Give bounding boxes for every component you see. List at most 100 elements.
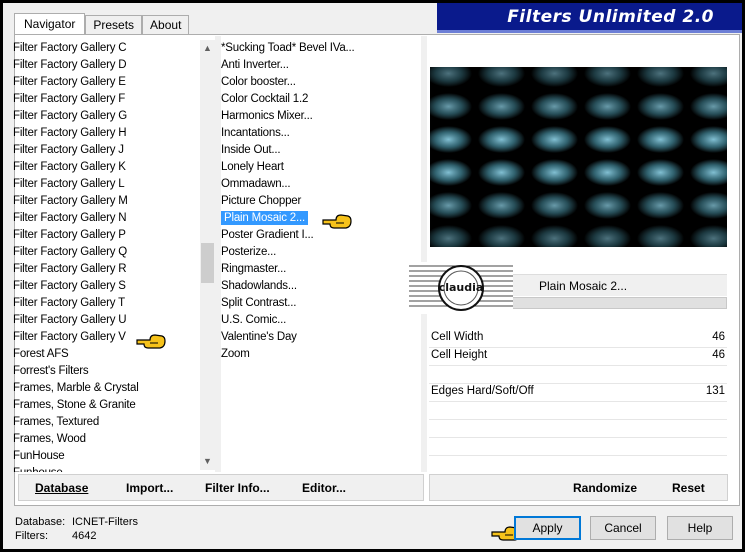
filter-item[interactable]: Ringmaster... bbox=[221, 261, 421, 278]
filter-item[interactable]: Zoom bbox=[221, 346, 421, 363]
category-item[interactable]: Filter Factory Gallery C bbox=[13, 40, 197, 57]
filter-label: Poster Gradient I... bbox=[221, 229, 314, 241]
category-item[interactable]: Filter Factory Gallery G bbox=[13, 108, 197, 125]
filter-item[interactable]: Picture Chopper bbox=[221, 193, 421, 210]
mosaic-cell bbox=[478, 126, 525, 153]
mosaic-cell bbox=[430, 126, 472, 153]
category-item[interactable]: Frames, Marble & Crystal bbox=[13, 380, 197, 397]
category-item[interactable]: Funhouse bbox=[13, 465, 197, 472]
category-label: Filter Factory Gallery K bbox=[13, 161, 126, 173]
filter-item[interactable]: U.S. Comic... bbox=[221, 312, 421, 329]
mosaic-cell bbox=[430, 225, 472, 247]
help-button[interactable]: Help bbox=[667, 516, 733, 540]
filter-label: Lonely Heart bbox=[221, 161, 284, 173]
mosaic-cell bbox=[478, 225, 525, 247]
tab-navigator[interactable]: Navigator bbox=[14, 13, 86, 35]
category-item[interactable]: Forest AFS bbox=[13, 346, 197, 363]
filter-label: Valentine's Day bbox=[221, 331, 297, 343]
category-list[interactable]: Filter Factory Gallery C Filter Factory G… bbox=[13, 40, 197, 472]
mosaic-cell bbox=[690, 126, 727, 153]
category-item[interactable]: Filter Factory Gallery Q bbox=[13, 244, 197, 261]
import-button[interactable]: Import... bbox=[126, 481, 173, 495]
tab-about[interactable]: About bbox=[142, 15, 190, 35]
scroll-up-icon[interactable]: ▲ bbox=[200, 40, 215, 57]
filter-label: *Sucking Toad* Bevel IVa... bbox=[221, 42, 355, 54]
filter-item[interactable]: Poster Gradient I... bbox=[221, 227, 421, 244]
category-label: Filter Factory Gallery S bbox=[13, 280, 126, 292]
filter-item[interactable]: Inside Out... bbox=[221, 142, 421, 159]
filter-item[interactable]: Split Contrast... bbox=[221, 295, 421, 312]
filter-item[interactable]: Color booster... bbox=[221, 74, 421, 91]
filters-count-label: Filters: bbox=[15, 530, 48, 542]
mosaic-cell bbox=[690, 192, 727, 219]
category-item[interactable]: Filter Factory Gallery S bbox=[13, 278, 197, 295]
filter-item-selected[interactable]: Plain Mosaic 2... bbox=[221, 210, 421, 227]
category-item[interactable]: Filter Factory Gallery F bbox=[13, 91, 197, 108]
category-item[interactable]: FunHouse bbox=[13, 448, 197, 465]
category-label: Filter Factory Gallery M bbox=[13, 195, 128, 207]
mosaic-cell bbox=[430, 67, 472, 87]
editor-button[interactable]: Editor... bbox=[302, 481, 346, 495]
apply-button[interactable]: Apply bbox=[514, 516, 581, 540]
category-item[interactable]: Filter Factory Gallery N bbox=[13, 210, 197, 227]
filter-item[interactable]: *Sucking Toad* Bevel IVa... bbox=[221, 40, 421, 57]
filter-item[interactable]: Shadowlands... bbox=[221, 278, 421, 295]
param-separator bbox=[429, 401, 727, 402]
scroll-down-icon[interactable]: ▼ bbox=[200, 453, 215, 470]
category-item[interactable]: Frames, Wood bbox=[13, 431, 197, 448]
category-item[interactable]: Filter Factory Gallery V bbox=[13, 329, 197, 346]
filter-item[interactable]: Ommadawn... bbox=[221, 176, 421, 193]
category-label: Filter Factory Gallery L bbox=[13, 178, 125, 190]
param-value: 46 bbox=[712, 349, 725, 361]
mosaic-cell bbox=[690, 225, 727, 247]
filter-list[interactable]: *Sucking Toad* Bevel IVa... Anti Inverter… bbox=[221, 40, 421, 370]
category-item[interactable]: Frames, Stone & Granite bbox=[13, 397, 197, 414]
mosaic-cell bbox=[584, 67, 631, 87]
mosaic-cell bbox=[637, 126, 684, 153]
database-label: Database bbox=[35, 481, 89, 495]
filter-item[interactable]: Valentine's Day bbox=[221, 329, 421, 346]
category-item[interactable]: Forrest's Filters bbox=[13, 363, 197, 380]
filter-item[interactable]: Anti Inverter... bbox=[221, 57, 421, 74]
category-item[interactable]: Filter Factory Gallery R bbox=[13, 261, 197, 278]
reset-button[interactable]: Reset bbox=[672, 481, 705, 495]
category-item[interactable]: Filter Factory Gallery H bbox=[13, 125, 197, 142]
cancel-button[interactable]: Cancel bbox=[590, 516, 656, 540]
mosaic-cell bbox=[584, 192, 631, 219]
category-item[interactable]: Filter Factory Gallery T bbox=[13, 295, 197, 312]
category-item[interactable]: Filter Factory Gallery D bbox=[13, 57, 197, 74]
category-item[interactable]: Filter Factory Gallery J bbox=[13, 142, 197, 159]
param-separator bbox=[429, 455, 727, 456]
mosaic-cell bbox=[637, 192, 684, 219]
mosaic-cell bbox=[637, 93, 684, 120]
category-item[interactable]: Filter Factory Gallery K bbox=[13, 159, 197, 176]
randomize-button[interactable]: Randomize bbox=[573, 481, 637, 495]
category-item[interactable]: Filter Factory Gallery U bbox=[13, 312, 197, 329]
category-item[interactable]: Frames, Textured bbox=[13, 414, 197, 431]
param-row[interactable]: Cell Width 46 bbox=[429, 329, 727, 347]
category-label: Filter Factory Gallery D bbox=[13, 59, 127, 71]
category-item[interactable]: Filter Factory Gallery P bbox=[13, 227, 197, 244]
filter-item[interactable]: Lonely Heart bbox=[221, 159, 421, 176]
category-scrollbar[interactable]: ▲ ▼ bbox=[200, 40, 215, 470]
database-button[interactable]: Database bbox=[35, 481, 88, 495]
tab-presets[interactable]: Presets bbox=[85, 15, 143, 35]
category-label: Frames, Stone & Granite bbox=[13, 399, 136, 411]
filter-item[interactable]: Color Cocktail 1.2 bbox=[221, 91, 421, 108]
category-label: Filter Factory Gallery P bbox=[13, 229, 126, 241]
category-item[interactable]: Filter Factory Gallery L bbox=[13, 176, 197, 193]
filter-item[interactable]: Incantations... bbox=[221, 125, 421, 142]
param-row[interactable]: Cell Height 46 bbox=[429, 347, 727, 365]
selected-filter-name: Plain Mosaic 2... bbox=[539, 279, 628, 293]
param-label: Edges Hard/Soft/Off bbox=[431, 385, 534, 397]
filter-item[interactable]: Posterize... bbox=[221, 244, 421, 261]
category-item[interactable]: Filter Factory Gallery M bbox=[13, 193, 197, 210]
filter-item[interactable]: Harmonics Mixer... bbox=[221, 108, 421, 125]
filter-info-button[interactable]: Filter Info... bbox=[205, 481, 270, 495]
filter-label: Posterize... bbox=[221, 246, 277, 258]
param-row[interactable]: Edges Hard/Soft/Off 131 bbox=[429, 383, 727, 401]
param-value: 46 bbox=[712, 331, 725, 343]
category-item[interactable]: Filter Factory Gallery E bbox=[13, 74, 197, 91]
category-label: Funhouse bbox=[13, 467, 65, 472]
scroll-thumb[interactable] bbox=[201, 243, 214, 283]
